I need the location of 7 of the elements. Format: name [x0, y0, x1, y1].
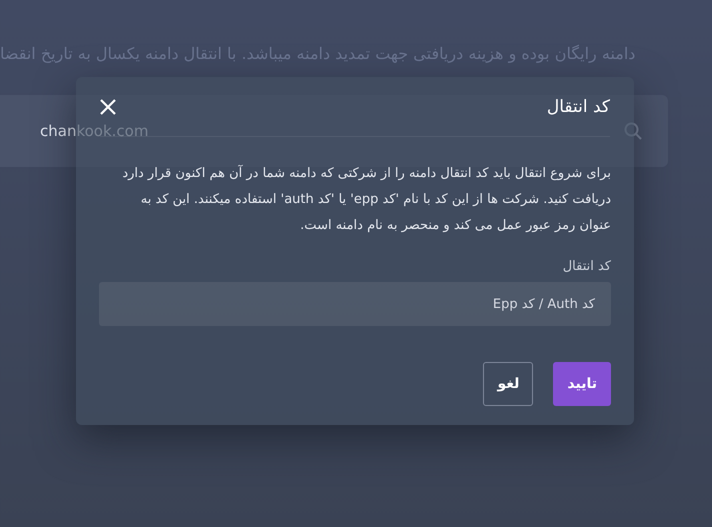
search-icon — [624, 122, 642, 140]
cancel-button[interactable]: لغو — [483, 362, 534, 406]
search-text: chankook.com — [40, 122, 148, 140]
dialog-title: کد انتقال — [546, 96, 610, 116]
confirm-button[interactable]: تایید — [553, 362, 611, 406]
field-label: کد انتقال — [562, 259, 611, 274]
close-icon[interactable] — [100, 98, 116, 114]
